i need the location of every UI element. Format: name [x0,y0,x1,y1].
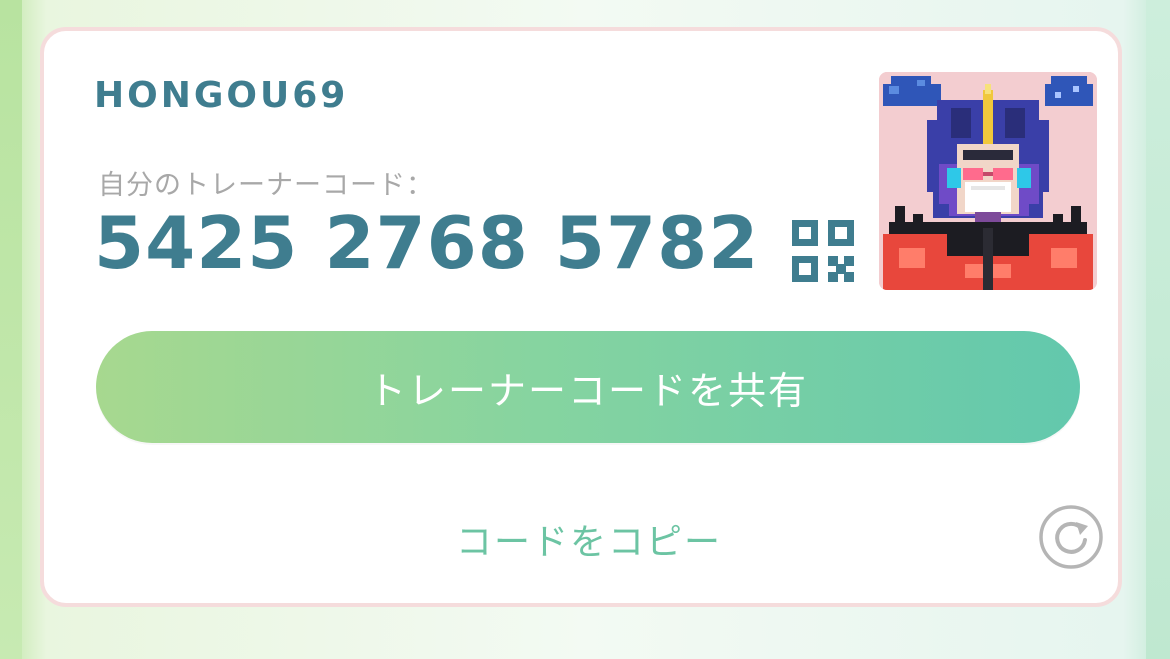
background-left-edge [0,0,22,659]
trainer-code-value: 5425 2768 5782 [94,201,760,285]
trainer-code-label: 自分のトレーナーコード： [98,170,434,201]
trainer-code-card: HONGOU69 自分のトレーナーコード： 5425 2768 5782 トレー… [40,27,1122,607]
copy-code-button[interactable]: コードをコピー [344,509,834,569]
share-trainer-code-button[interactable]: トレーナーコードを共有 [96,331,1080,443]
qr-code-icon[interactable] [790,218,856,284]
refresh-icon[interactable] [1038,504,1104,570]
trainer-name: HONGOU69 [94,75,349,116]
background-right-edge [1146,0,1170,659]
trainer-avatar[interactable] [879,72,1097,290]
